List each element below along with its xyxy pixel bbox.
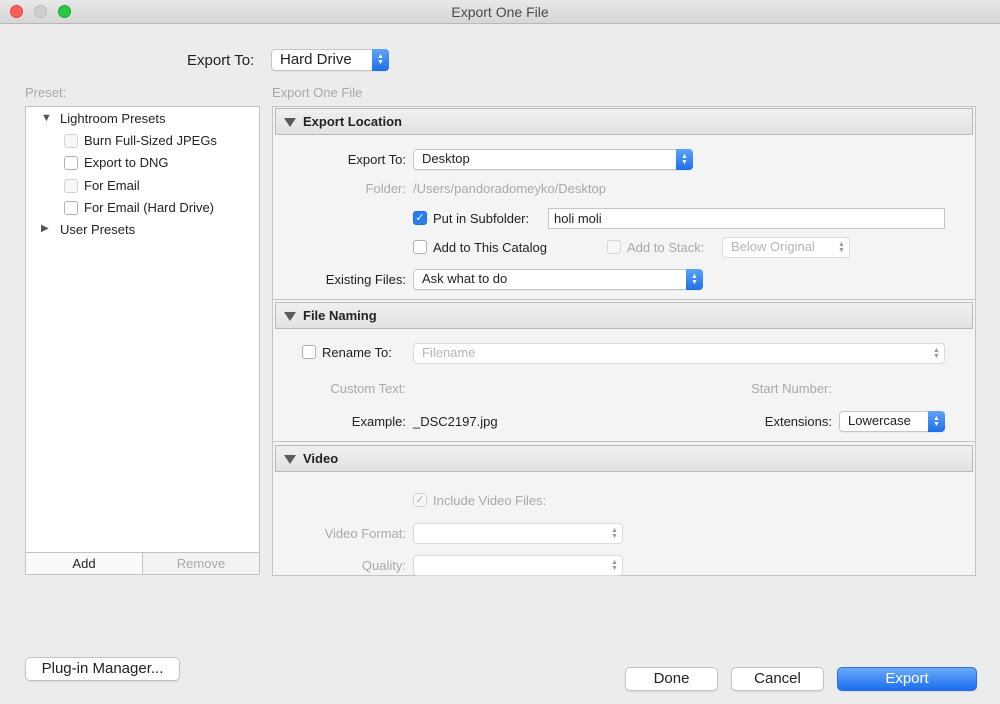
updown-stepper-icon: ▲ ▼ (372, 49, 389, 71)
put-in-subfolder-label: Put in Subfolder: (433, 211, 530, 226)
window-title: Export One File (451, 4, 549, 20)
folder-label: Folder: (365, 181, 406, 196)
updown-stepper-icon: ▲ ▼ (838, 240, 845, 254)
include-video-checkbox[interactable]: ✓ (413, 493, 427, 507)
checkmark-icon: ✓ (415, 494, 425, 506)
export-to-popup[interactable]: Hard Drive ▲ ▼ (271, 49, 389, 71)
quality-popup[interactable]: ▲ ▼ (413, 555, 623, 576)
quality-label: Quality: (361, 558, 406, 573)
updown-stepper-icon: ▲ ▼ (611, 558, 618, 572)
video-format-label: Video Format: (324, 526, 406, 541)
collapse-triangle-icon[interactable]: ▶ (41, 223, 49, 234)
preset-panel: ▼ Lightroom Presets Burn Full-Sized JPEG… (25, 106, 260, 575)
section-divider (273, 299, 975, 300)
rename-to-label: Rename To: (322, 345, 392, 360)
disclosure-triangle-icon (284, 118, 296, 127)
updown-stepper-icon: ▲ ▼ (686, 269, 703, 290)
section-divider (273, 441, 975, 442)
preset-item-export-dng[interactable]: Export to DNG (84, 155, 169, 170)
extensions-label: Extensions: (764, 414, 832, 429)
title-bar: Export One File (0, 0, 1000, 24)
extensions-value: Lowercase (848, 413, 911, 428)
rename-template-popup[interactable]: Filename ▲ ▼ (413, 343, 945, 364)
export-to-label: Export To: (347, 152, 406, 167)
panel-title: Export One File (272, 85, 363, 100)
section-title: Export Location (303, 114, 402, 129)
export-to-value: Hard Drive (280, 51, 352, 68)
start-number-label: Start Number: (751, 381, 832, 396)
disclosure-triangle-icon (284, 312, 296, 321)
video-header[interactable]: Video (275, 445, 973, 472)
stack-position-popup[interactable]: Below Original ▲ ▼ (722, 237, 850, 258)
add-to-catalog-checkbox[interactable] (413, 240, 427, 254)
preset-label: Preset: (25, 85, 67, 100)
example-filename: _DSC2197.jpg (413, 414, 498, 429)
export-button[interactable]: Export (837, 667, 977, 691)
export-location-header[interactable]: Export Location (275, 108, 973, 135)
expand-triangle-icon[interactable]: ▼ (41, 112, 52, 124)
remove-preset-button[interactable]: Remove (142, 552, 260, 575)
cancel-button[interactable]: Cancel (731, 667, 824, 691)
preset-checkbox[interactable] (64, 179, 78, 193)
preset-item-burn-jpegs[interactable]: Burn Full-Sized JPEGs (84, 133, 217, 148)
subfolder-input[interactable]: holi moli (548, 208, 945, 229)
updown-stepper-icon: ▲ ▼ (676, 149, 693, 170)
section-title: Video (303, 451, 339, 466)
section-title: File Naming (303, 308, 377, 323)
add-to-catalog-label: Add to This Catalog (433, 240, 547, 255)
preset-checkbox[interactable] (64, 201, 78, 215)
plugin-manager-button[interactable]: Plug-in Manager... (25, 657, 180, 681)
settings-panel (272, 106, 976, 576)
custom-text-label: Custom Text: (330, 381, 406, 396)
disclosure-triangle-icon (284, 455, 296, 464)
rename-to-checkbox[interactable] (302, 345, 316, 359)
stack-position-value: Below Original (731, 239, 815, 254)
preset-checkbox[interactable] (64, 134, 78, 148)
export-to-label: Export To: (187, 52, 255, 69)
add-preset-button[interactable]: Add (25, 552, 143, 575)
add-to-stack-checkbox[interactable] (607, 240, 621, 254)
add-to-stack-label: Add to Stack: (627, 240, 705, 255)
example-label: Example: (351, 414, 406, 429)
extensions-popup[interactable]: Lowercase ▲ ▼ (839, 411, 945, 432)
existing-files-popup[interactable]: Ask what to do ▲ ▼ (413, 269, 703, 290)
existing-files-label: Existing Files: (325, 272, 406, 287)
folder-path: /Users/pandoradomeyko/Desktop (413, 181, 606, 196)
preset-folder-user[interactable]: User Presets (60, 222, 135, 237)
checkmark-icon: ✓ (415, 212, 425, 224)
file-naming-header[interactable]: File Naming (275, 302, 973, 329)
preset-folder-lightroom[interactable]: Lightroom Presets (60, 111, 166, 126)
put-in-subfolder-checkbox[interactable]: ✓ (413, 211, 427, 225)
updown-stepper-icon: ▲ ▼ (928, 411, 945, 432)
export-to-location-popup[interactable]: Desktop ▲ ▼ (413, 149, 693, 170)
updown-stepper-icon: ▲ ▼ (611, 526, 618, 540)
rename-template-value: Filename (422, 345, 476, 360)
include-video-label: Include Video Files: (433, 493, 547, 508)
updown-stepper-icon: ▲ ▼ (933, 346, 940, 360)
video-format-popup[interactable]: ▲ ▼ (413, 523, 623, 544)
preset-checkbox[interactable] (64, 156, 78, 170)
export-to-location-value: Desktop (422, 151, 470, 166)
preset-item-for-email-hd[interactable]: For Email (Hard Drive) (84, 200, 214, 215)
existing-files-value: Ask what to do (422, 271, 508, 286)
preset-item-for-email[interactable]: For Email (84, 178, 140, 193)
done-button[interactable]: Done (625, 667, 718, 691)
